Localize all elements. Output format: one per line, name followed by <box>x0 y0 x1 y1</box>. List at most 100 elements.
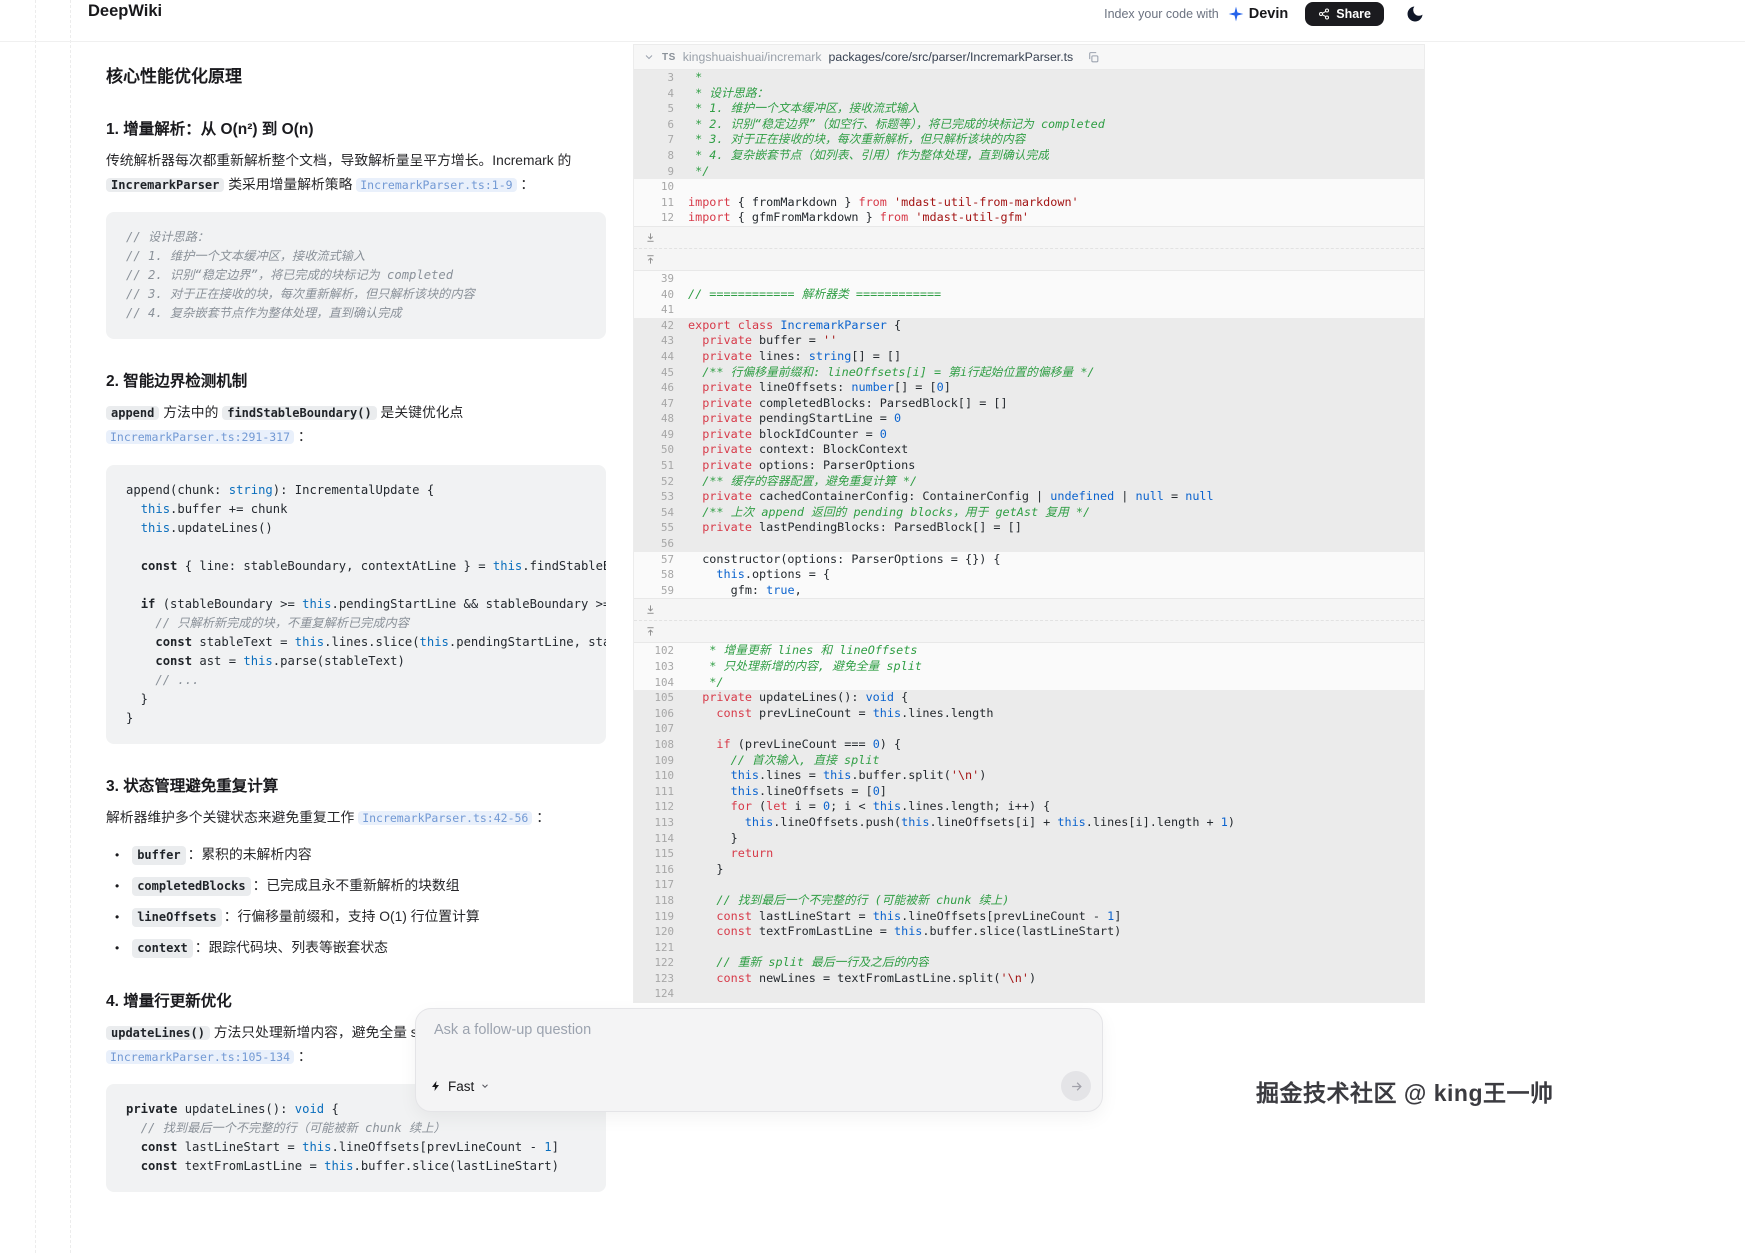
layout-guide-line <box>70 0 71 1253</box>
inline-code: findStableBoundary() <box>222 406 377 420</box>
copy-button[interactable] <box>1087 51 1100 64</box>
code-line: } <box>126 709 586 728</box>
source-line: 110 this.lines = this.buffer.split('\n') <box>634 768 1424 784</box>
source-line: 119 const lastLineStart = this.lineOffse… <box>634 909 1424 925</box>
source-line: 9 */ <box>634 164 1424 180</box>
source-line: 11import { fromMarkdown } from 'mdast-ut… <box>634 195 1424 211</box>
section-3-heading: 3. 状态管理避免重复计算 <box>106 774 606 796</box>
list-item: •context：跟踪代码块、列表等嵌套状态 <box>106 937 606 959</box>
code-panel: TS kingshuaishuai/incremark packages/cor… <box>633 44 1425 1003</box>
text-run: ： <box>532 810 550 825</box>
line-number: 56 <box>634 536 674 552</box>
line-number: 53 <box>634 489 674 505</box>
source-line: 53 private cachedContainerConfig: Contai… <box>634 489 1424 505</box>
line-number: 104 <box>634 675 674 691</box>
code-line: const stableText = this.lines.slice(this… <box>126 633 586 652</box>
expand-down-button[interactable] <box>634 599 1424 620</box>
line-number: 109 <box>634 753 674 769</box>
code-line <box>126 538 586 557</box>
line-number: 5 <box>634 101 674 117</box>
source-line: 5 * 1. 维护一个文本缓冲区，接收流式输入 <box>634 101 1424 117</box>
line-number: 58 <box>634 567 674 583</box>
state-list: •buffer：累积的未解析内容•completedBlocks：已完成且永不重… <box>106 844 606 959</box>
section-1-paragraph: 传统解析器每次都重新解析整个文档，导致解析量呈平方增长。Incremark 的 … <box>106 149 606 196</box>
source-line: 105 private updateLines(): void { <box>634 690 1424 706</box>
share-icon <box>1318 8 1330 20</box>
followup-input[interactable] <box>432 1021 1086 1039</box>
line-number: 47 <box>634 396 674 412</box>
expand-up-button[interactable] <box>634 248 1424 270</box>
line-number: 41 <box>634 302 674 318</box>
line-number: 10 <box>634 179 674 195</box>
line-number: 59 <box>634 583 674 599</box>
theme-toggle[interactable] <box>1405 4 1425 24</box>
line-number: 114 <box>634 831 674 847</box>
devin-logo-icon <box>1228 6 1244 22</box>
file-citation-link[interactable]: IncremarkParser.ts:42-56 <box>358 811 532 825</box>
arrow-right-icon <box>1069 1079 1084 1094</box>
line-number: 116 <box>634 862 674 878</box>
typescript-file-icon: TS <box>662 52 676 63</box>
section-1-heading: 1. 增量解析：从 O(n²) 到 O(n) <box>106 117 606 139</box>
file-citation-link[interactable]: IncremarkParser.ts:1-9 <box>356 178 516 192</box>
source-line: 123 const newLines = textFromLastLine.sp… <box>634 971 1424 987</box>
source-line: 122 // 重新 split 最后一行及之后的内容 <box>634 955 1424 971</box>
code-line: const lastLineStart = this.lineOffsets[p… <box>126 1138 586 1157</box>
file-citation-link[interactable]: IncremarkParser.ts:105-134 <box>106 1050 294 1064</box>
devin-link[interactable]: Devin <box>1228 6 1289 22</box>
line-number: 123 <box>634 971 674 987</box>
top-header: DeepWiki Index your code with Devin Shar… <box>0 0 1745 42</box>
inline-code: IncremarkParser <box>106 178 224 192</box>
source-line: 115 return <box>634 846 1424 862</box>
code-panel-body: 3 *4 * 设计思路：5 * 1. 维护一个文本缓冲区，接收流式输入6 * 2… <box>634 70 1424 1002</box>
expand-down-button[interactable] <box>634 227 1424 248</box>
share-label: Share <box>1336 7 1371 21</box>
source-line: 10 <box>634 179 1424 195</box>
file-citation-link[interactable]: IncremarkParser.ts:291-317 <box>106 430 294 444</box>
send-button[interactable] <box>1061 1071 1091 1101</box>
list-item-text: ：累积的未解析内容 <box>188 844 312 866</box>
source-line: 55 private lastPendingBlocks: ParsedBloc… <box>634 520 1424 536</box>
source-line: 42export class IncremarkParser { <box>634 318 1424 334</box>
layout-guide-line <box>35 0 36 1253</box>
source-line: 54 /** 上次 append 返回的 pending blocks，用于 g… <box>634 505 1424 521</box>
list-item: •lineOffsets：行偏移量前缀和，支持 O(1) 行位置计算 <box>106 906 606 928</box>
deepwiki-page: DeepWiki Index your code with Devin Shar… <box>0 0 1745 1253</box>
source-line: 7 * 3. 对于正在接收的块，每次重新解析，但只解析该块的内容 <box>634 132 1424 148</box>
line-number: 40 <box>634 287 674 303</box>
repo-name[interactable]: kingshuaishuai/incremark <box>683 50 822 64</box>
line-number: 11 <box>634 195 674 211</box>
file-path: packages/core/src/parser/IncremarkParser… <box>829 50 1074 64</box>
line-number: 3 <box>634 70 674 86</box>
line-number: 51 <box>634 458 674 474</box>
code-line: } <box>126 690 586 709</box>
text-run: 方法中的 <box>159 405 222 420</box>
chevron-down-icon <box>480 1081 490 1091</box>
collapse-panel-button[interactable] <box>643 51 655 63</box>
chevron-down-icon <box>643 51 655 63</box>
expand-up-button[interactable] <box>634 620 1424 642</box>
source-line: 108 if (prevLineCount === 0) { <box>634 737 1424 753</box>
model-label: Fast <box>448 1079 474 1094</box>
app-title[interactable]: DeepWiki <box>88 1 162 21</box>
line-number: 113 <box>634 815 674 831</box>
line-number: 121 <box>634 940 674 956</box>
devin-label: Devin <box>1249 6 1289 22</box>
code-line: this.buffer += chunk <box>126 500 586 519</box>
text-run: 解析器维护多个关键状态来避免重复工作 <box>106 810 358 825</box>
share-button[interactable]: Share <box>1305 2 1384 26</box>
expand-separator <box>634 226 1424 271</box>
inline-code: completedBlocks <box>132 877 250 896</box>
followup-toolbar: Fast <box>430 1071 1091 1101</box>
bullet-marker: • <box>115 877 119 896</box>
code-line: // 4. 复杂嵌套节点作为整体处理，直到确认完成 <box>126 304 586 323</box>
source-line: 59 gfm: true, <box>634 583 1424 599</box>
line-number: 44 <box>634 349 674 365</box>
source-line: 114 } <box>634 831 1424 847</box>
model-selector[interactable]: Fast <box>430 1079 490 1094</box>
source-line: 118 // 找到最后一个不完整的行 (可能被新 chunk 续上) <box>634 893 1424 909</box>
code-line: const ast = this.parse(stableText) <box>126 652 586 671</box>
code-line: // 只解析新完成的块，不重复解析已完成内容 <box>126 614 586 633</box>
section-1-code-block: // 设计思路：// 1. 维护一个文本缓冲区，接收流式输入// 2. 识别“稳… <box>106 212 606 339</box>
source-line: 44 private lines: string[] = [] <box>634 349 1424 365</box>
